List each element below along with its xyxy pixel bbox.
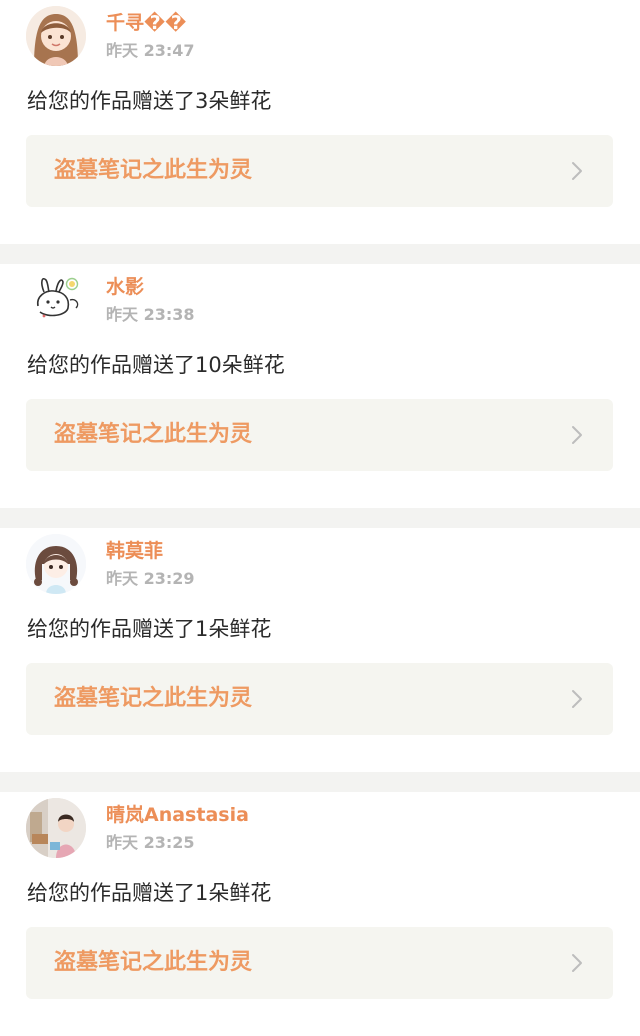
gift-message: 给您的作品赠送了1朵鲜花 <box>27 617 272 641</box>
rabbit-sketch-avatar-icon <box>26 270 86 330</box>
anime-girl-avatar-icon <box>26 534 86 594</box>
gift-notification-feed: 千寻�� 昨天 23:47 给您的作品赠送了3朵鲜花 盗墓笔记之此生为灵 水影 … <box>0 0 640 1036</box>
user-avatar[interactable] <box>26 534 86 594</box>
gift-message: 给您的作品赠送了10朵鲜花 <box>27 353 285 377</box>
girl-avatar-icon <box>26 6 86 66</box>
user-name[interactable]: 晴岚Anastasia <box>106 802 249 828</box>
timestamp: 昨天 23:38 <box>106 305 195 324</box>
chevron-right-icon <box>567 953 587 973</box>
user-avatar[interactable] <box>26 798 86 858</box>
notification-card: 晴岚Anastasia 昨天 23:25 给您的作品赠送了1朵鲜花 盗墓笔记之此… <box>0 792 640 1036</box>
work-link-card[interactable]: 盗墓笔记之此生为灵 <box>26 663 613 735</box>
section-divider <box>0 508 640 528</box>
user-avatar[interactable] <box>26 270 86 330</box>
user-name[interactable]: 韩莫菲 <box>106 538 163 564</box>
chevron-right-icon <box>567 161 587 181</box>
notification-card: 水影 昨天 23:38 给您的作品赠送了10朵鲜花 盗墓笔记之此生为灵 <box>0 264 640 508</box>
timestamp: 昨天 23:29 <box>106 569 195 588</box>
photo-avatar-icon <box>26 798 86 858</box>
work-title: 盗墓笔记之此生为灵 <box>54 158 253 183</box>
work-link-card[interactable]: 盗墓笔记之此生为灵 <box>26 927 613 999</box>
work-title: 盗墓笔记之此生为灵 <box>54 686 253 711</box>
work-title: 盗墓笔记之此生为灵 <box>54 950 253 975</box>
chevron-right-icon <box>567 689 587 709</box>
notification-card: 韩莫菲 昨天 23:29 给您的作品赠送了1朵鲜花 盗墓笔记之此生为灵 <box>0 528 640 772</box>
chevron-right-icon <box>567 425 587 445</box>
timestamp: 昨天 23:47 <box>106 41 195 60</box>
user-name[interactable]: 千寻�� <box>106 10 186 36</box>
notification-card: 千寻�� 昨天 23:47 给您的作品赠送了3朵鲜花 盗墓笔记之此生为灵 <box>0 0 640 244</box>
work-link-card[interactable]: 盗墓笔记之此生为灵 <box>26 399 613 471</box>
gift-message: 给您的作品赠送了3朵鲜花 <box>27 89 272 113</box>
section-divider <box>0 772 640 792</box>
work-title: 盗墓笔记之此生为灵 <box>54 422 253 447</box>
timestamp: 昨天 23:25 <box>106 833 195 852</box>
section-divider <box>0 244 640 264</box>
user-name[interactable]: 水影 <box>106 274 144 300</box>
gift-message: 给您的作品赠送了1朵鲜花 <box>27 881 272 905</box>
work-link-card[interactable]: 盗墓笔记之此生为灵 <box>26 135 613 207</box>
user-avatar[interactable] <box>26 6 86 66</box>
